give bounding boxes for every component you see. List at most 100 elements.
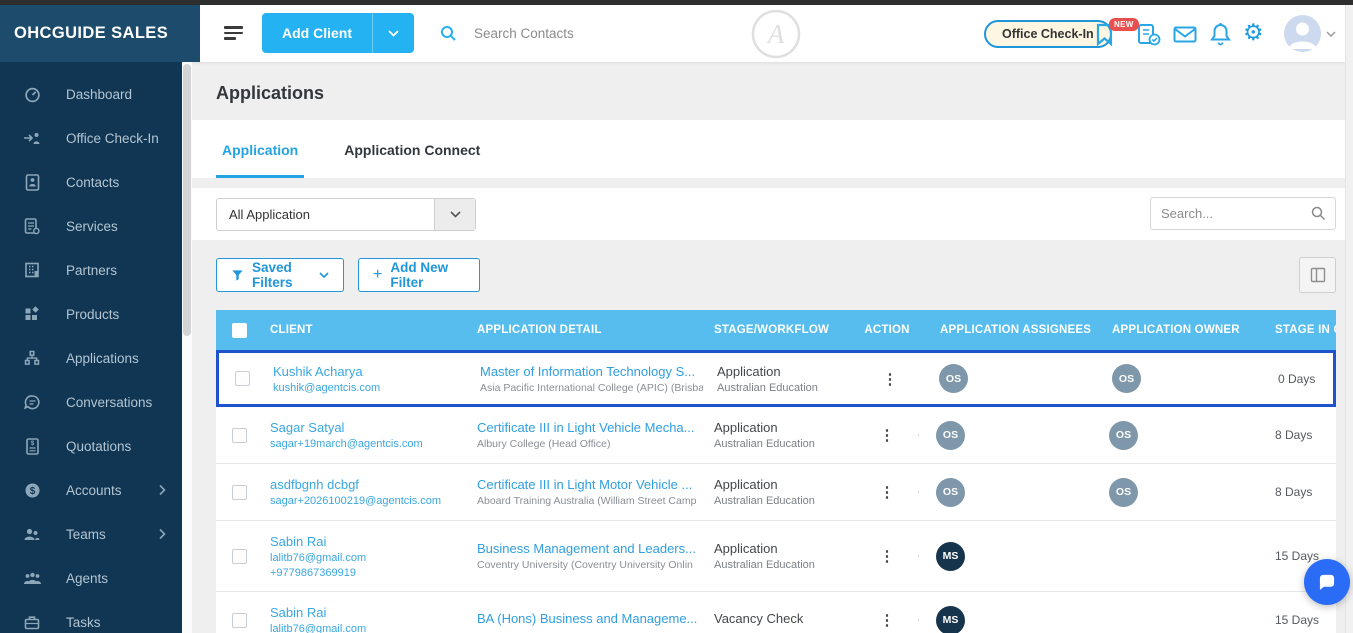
client-name-link[interactable]: Sagar Satyal [270,420,474,435]
stage-name: Application [714,541,778,556]
add-client-dropdown[interactable] [372,13,414,53]
sidebar-item-quotations[interactable]: $ Quotations [0,424,182,468]
table-row[interactable]: Sagar Satyal sagar+19march@agentcis.com … [216,407,1336,464]
row-checkbox[interactable] [231,548,247,564]
sidebar-item-agents[interactable]: Agents [0,556,182,600]
assignee-avatar[interactable]: OS [939,364,968,393]
table-search-input[interactable] [1161,198,1301,229]
add-client-button[interactable]: Add Client [262,13,414,53]
table-row[interactable]: asdfbgnh dcbgf sagar+2026100219@agentcis… [216,464,1336,521]
applications-table: CLIENT APPLICATION DETAIL STAGE/WORKFLOW… [216,310,1336,633]
row-checkbox[interactable] [231,427,247,443]
assignee-avatar[interactable]: OS [936,420,965,450]
client-name-link[interactable]: Kushik Acharya [273,364,477,379]
tab-application-connect[interactable]: Application Connect [338,142,486,178]
search-icon [1311,206,1326,221]
plus-icon: + [373,266,383,283]
sidebar-item-office-check-in[interactable]: Office Check-In [0,116,182,160]
contacts-icon [20,173,44,191]
column-settings-button[interactable] [1299,257,1336,293]
application-course-link[interactable]: Master of Information Technology S... [480,364,703,379]
sidebar-item-services[interactable]: Services [0,204,182,248]
application-type-select[interactable]: All Application [216,198,476,231]
add-new-filter-button[interactable]: + Add New Filter [358,258,480,292]
application-course-link[interactable]: Certificate III in Light Motor Vehicle .… [477,477,700,492]
owner-avatar[interactable]: OS [1112,364,1141,393]
client-email: kushik@agentcis.com [273,381,381,394]
search-contacts-input[interactable] [474,19,704,47]
dashboard-icon [20,85,44,103]
sidebar-item-products[interactable]: Products [0,292,182,336]
row-checkbox[interactable] [231,612,247,628]
table-row[interactable]: Sabin Rai lalitb76@gmail.com BA (Hons) B… [216,592,1336,633]
sidebar-item-dashboard[interactable]: Dashboard [0,72,182,116]
chevron-down-icon [319,272,329,278]
bell-icon[interactable] [1210,22,1231,46]
tab-application[interactable]: Application [216,142,305,178]
add-client-label: Add Client [282,25,352,41]
client-name-link[interactable]: asdfbgnh dcbgf [270,477,474,492]
column-header-client[interactable]: CLIENT [262,324,474,336]
column-header-stage-in-queue[interactable]: STAGE IN QUEUE [1247,324,1336,336]
file-check-icon[interactable] [1137,23,1163,47]
client-name-link[interactable]: Sabin Rai [270,534,474,549]
page-title: Applications [216,83,325,103]
owner-avatar[interactable]: OS [1109,477,1138,507]
sidebar-item-partners[interactable]: Partners [0,248,182,292]
svg-text:A: A [766,19,785,49]
user-menu-caret-icon[interactable] [1326,31,1336,37]
sidebar-item-contacts[interactable]: Contacts [0,160,182,204]
sidebar-item-label: Accounts [66,482,122,498]
office-check-in-button[interactable]: Office Check-In [984,20,1112,48]
chat-widget-button[interactable] [1304,559,1350,605]
client-name-link[interactable]: Sabin Rai [270,605,474,620]
chevron-down-icon [434,199,475,230]
application-course-link[interactable]: Certificate III in Light Vehicle Mecha..… [477,420,700,435]
mail-icon[interactable] [1173,26,1197,43]
user-avatar[interactable] [1284,15,1321,52]
assignee-avatar[interactable]: MS [936,541,965,571]
sidebar-item-tasks[interactable]: Tasks [0,600,182,633]
sidebar-item-label: Office Check-In [66,130,159,146]
assignee-avatar[interactable]: MS [936,605,965,633]
row-checkbox[interactable] [234,371,250,386]
application-course-link[interactable]: Business Management and Leaders... [477,541,700,556]
row-actions-icon[interactable]: ⋮ [880,611,895,629]
menu-toggle-icon[interactable] [224,26,244,40]
stage-in-queue-value: 0 Days [1278,371,1316,386]
row-checkbox[interactable] [231,484,247,500]
application-institution: Albury College (Head Office) [477,438,611,450]
brand-logo[interactable]: OHCGUIDE SALES [0,5,200,62]
sidebar-scrollbar-thumb[interactable] [183,64,191,336]
row-actions-icon[interactable]: ⋮ [880,426,895,444]
column-header-action: ACTION [864,324,910,336]
column-header-application-owner[interactable]: APPLICATION OWNER [1097,324,1247,336]
sidebar-item-teams[interactable]: Teams [0,512,182,556]
sidebar-item-conversations[interactable]: Conversations [0,380,182,424]
column-header-application-detail[interactable]: APPLICATION DETAIL [474,324,700,336]
application-course-link[interactable]: BA (Hons) Business and Manageme... [477,611,700,626]
saved-filters-label: Saved Filters [252,260,293,290]
row-actions-icon[interactable]: ⋮ [880,547,895,565]
sidebar-item-accounts[interactable]: $ Accounts [0,468,182,512]
table-row[interactable]: Sabin Rai lalitb76@gmail.com +9779867369… [216,521,1336,592]
sidebar-item-label: Agents [66,570,109,586]
application-institution: Aboard Training Australia (William Stree… [477,495,697,507]
owner-avatar[interactable]: OS [1109,420,1138,450]
sidebar-item-label: Applications [66,350,139,366]
assignee-avatar[interactable]: OS [936,477,965,507]
table-row[interactable]: Kushik Acharya kushik@agentcis.com Maste… [216,350,1336,407]
sidebar-scrollbar[interactable] [182,62,192,633]
gear-icon[interactable]: ⚙ [1243,19,1264,46]
column-header-stage-workflow[interactable]: STAGE/WORKFLOW [700,324,858,336]
row-actions-icon[interactable]: ⋮ [883,370,898,388]
partners-icon [20,261,44,279]
products-icon [20,305,44,323]
sidebar-item-label: Products [66,306,120,322]
sidebar-item-applications[interactable]: Applications [0,336,182,380]
row-actions-icon[interactable]: ⋮ [880,483,895,501]
select-all-checkbox[interactable] [231,322,247,338]
column-header-application-assignees[interactable]: APPLICATION ASSIGNEES [922,324,1097,336]
page-scrollbar[interactable] [1345,5,1353,633]
saved-filters-button[interactable]: Saved Filters [216,258,344,292]
